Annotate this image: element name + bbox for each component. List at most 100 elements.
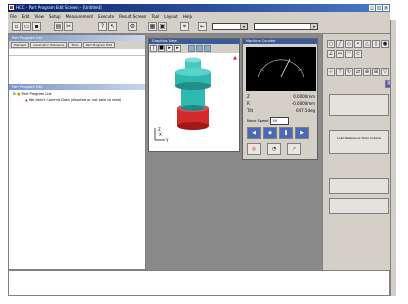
shift-tool-icon[interactable]: ⇄ <box>354 68 362 76</box>
distance-tool-icon[interactable]: ↔ <box>336 50 344 58</box>
warning-icon: ▲ <box>25 98 28 102</box>
close-button[interactable]: × <box>383 5 389 11</box>
machine-counter-window: Machine Counter Z 0.0000mm R -0.0000mm Til… <box>242 38 318 160</box>
speed-label: Move Speed <box>247 119 269 123</box>
graphics-window: Graphics View | ■ ▸ ▸ Z X Y ▲ <box>148 38 240 152</box>
part-model <box>175 57 211 130</box>
maximize-button[interactable]: □ <box>376 5 382 11</box>
marker-icon: ▲ <box>233 55 237 61</box>
timer-icon[interactable]: ◔ <box>267 143 281 155</box>
menu-setup[interactable]: Setup <box>49 14 61 19</box>
angle-tool-icon[interactable]: ∠ <box>327 50 335 58</box>
line-tool-icon[interactable]: ╱ <box>336 40 344 48</box>
mode-combo[interactable]: ▾ <box>212 23 248 30</box>
tab-part-program-edit[interactable]: Part Program Edit <box>82 42 116 48</box>
new-icon[interactable]: ▫ <box>12 22 21 31</box>
step-icon[interactable]: ▸ <box>174 45 181 52</box>
axis-label-x: X <box>159 132 162 137</box>
menu-measurement[interactable]: Measurement <box>66 14 93 19</box>
action-button-3[interactable] <box>329 178 389 194</box>
jog-right-icon[interactable]: ▶ <box>295 127 309 139</box>
axis-label-y: Y <box>165 138 169 143</box>
print-icon[interactable]: ▤ <box>54 22 63 31</box>
jog-left-icon[interactable]: ◀ <box>247 127 261 139</box>
circle-tool-icon[interactable]: ○ <box>327 40 335 48</box>
tree-root[interactable]: ⊟ ■ Part Program List <box>13 92 141 96</box>
settings-icon[interactable]: ⚙ <box>128 22 137 31</box>
view-top-icon[interactable] <box>196 45 203 52</box>
menu-execute[interactable]: Execute <box>98 14 114 19</box>
tab-tools[interactable]: Tools <box>68 42 82 48</box>
left-panel: Part Program List Element Geometric Tole… <box>8 34 146 270</box>
minimize-button[interactable]: _ <box>369 5 375 11</box>
title-bar: HCC - Part Program Edit Screen - [Untitl… <box>8 4 390 12</box>
dial-display <box>246 47 316 91</box>
right-panel: ○ ╱ ◇ • △ ▯ ● ∠ ↔ ◠ ⊂ ⊹ ⊤ ↻ ⇄ ⊕ ⊞ ▽ R Lo… <box>322 34 393 270</box>
tab-geometric-tolerance[interactable]: Geometric Tolerance <box>30 42 68 48</box>
cylinder-tool-icon[interactable]: ▯ <box>372 40 380 48</box>
tab-element[interactable]: Element <box>11 42 30 48</box>
action-button-4[interactable] <box>329 198 389 214</box>
play-icon[interactable]: ▸ <box>166 45 173 52</box>
coord-tool-icon[interactable]: ⊹ <box>327 68 335 76</box>
toolbar: ▫ ▭ ▪ ▤ ✂ ? ↖ ⚙ ▦ ▣ ⌖ ← ▾ ▾ <box>8 20 390 34</box>
action-button-1[interactable] <box>329 94 389 116</box>
menu-help[interactable]: Help <box>183 14 192 19</box>
measure-icon[interactable]: ⌖ <box>180 22 189 31</box>
rewind-icon[interactable]: | <box>150 45 157 52</box>
menu-result-screen[interactable]: Result Screen <box>119 14 146 19</box>
jog-pause-icon[interactable]: ❚ <box>279 127 293 139</box>
jog-buttons: ◀ ◆ ❚ ▶ <box>247 127 309 139</box>
tree-item[interactable]: ▲ We didn't Commit Data (Aborted or not … <box>13 98 141 102</box>
datum-tool-icon[interactable]: ⊞ <box>372 68 380 76</box>
vertical-scrollbar[interactable] <box>390 20 396 296</box>
view-iso-icon[interactable] <box>204 45 211 52</box>
cone-tool-icon[interactable]: △ <box>363 40 371 48</box>
probe-tip-icon[interactable]: ↗ <box>287 143 301 155</box>
z-value: 0.0000mm <box>293 94 315 99</box>
list-blank <box>9 49 145 56</box>
part-model-view: Z X Y <box>154 57 211 143</box>
menu-view[interactable]: View <box>34 14 44 19</box>
record-icon[interactable]: ◎ <box>247 143 261 155</box>
sphere-tool-icon[interactable]: ● <box>381 40 389 48</box>
menu-layout[interactable]: Layout <box>164 14 178 19</box>
window-title: HCC - Part Program Edit Screen - [Untitl… <box>16 5 102 10</box>
axis-triad: Z X Y <box>154 127 169 143</box>
grid-icon[interactable]: ▦ <box>148 22 157 31</box>
left-panel-tabs: Element Geometric Tolerance Tools Part P… <box>9 41 145 49</box>
origin-tool-icon[interactable]: ⊕ <box>363 68 371 76</box>
open-icon[interactable]: ▭ <box>22 22 31 31</box>
output-panel <box>8 270 390 296</box>
back-icon[interactable]: ← <box>198 22 207 31</box>
slot-tool-icon[interactable]: ⊂ <box>354 50 362 58</box>
cut-icon[interactable]: ✂ <box>64 22 73 31</box>
window-icon[interactable]: ▣ <box>158 22 167 31</box>
probe-icon[interactable]: ↖ <box>108 22 117 31</box>
coordinate-readout: Z 0.0000mm R -0.0000mm Tilt 047.5deg <box>247 93 315 114</box>
save-icon[interactable]: ▪ <box>32 22 41 31</box>
point-tool-icon[interactable]: • <box>354 40 362 48</box>
view-front-icon[interactable] <box>188 45 195 52</box>
align-tool-icon[interactable]: ⊤ <box>336 68 344 76</box>
menu-tool[interactable]: Tool <box>151 14 159 19</box>
tree-view: ⊟ ■ Part Program List ▲ We didn't Commit… <box>9 90 145 104</box>
menu-bar: File Edit View Setup Measurement Execute… <box>8 12 390 20</box>
chevron-down-icon[interactable]: ▾ <box>240 24 247 29</box>
load-reference-button[interactable]: Load Reference Tools Criteria <box>329 130 389 154</box>
speed-select[interactable]: 50 <box>270 117 290 125</box>
menu-edit[interactable]: Edit <box>22 14 30 19</box>
probe-combo[interactable]: ▾ <box>254 23 318 30</box>
help-icon[interactable]: ? <box>98 22 107 31</box>
arc-tool-icon[interactable]: ◠ <box>345 50 353 58</box>
stop-icon[interactable]: ■ <box>158 45 165 52</box>
plane-tool-icon[interactable]: ◇ <box>345 40 353 48</box>
expand-icon[interactable]: ⊟ <box>13 92 16 96</box>
chevron-down-icon[interactable]: ▾ <box>310 24 317 29</box>
dial-gauge <box>257 58 305 78</box>
filter-tool-icon[interactable]: ▽ <box>381 68 389 76</box>
menu-file[interactable]: File <box>10 14 17 19</box>
jog-center-icon[interactable]: ◆ <box>263 127 277 139</box>
rotate-tool-icon[interactable]: ↻ <box>345 68 353 76</box>
folder-icon: ■ <box>17 92 21 96</box>
